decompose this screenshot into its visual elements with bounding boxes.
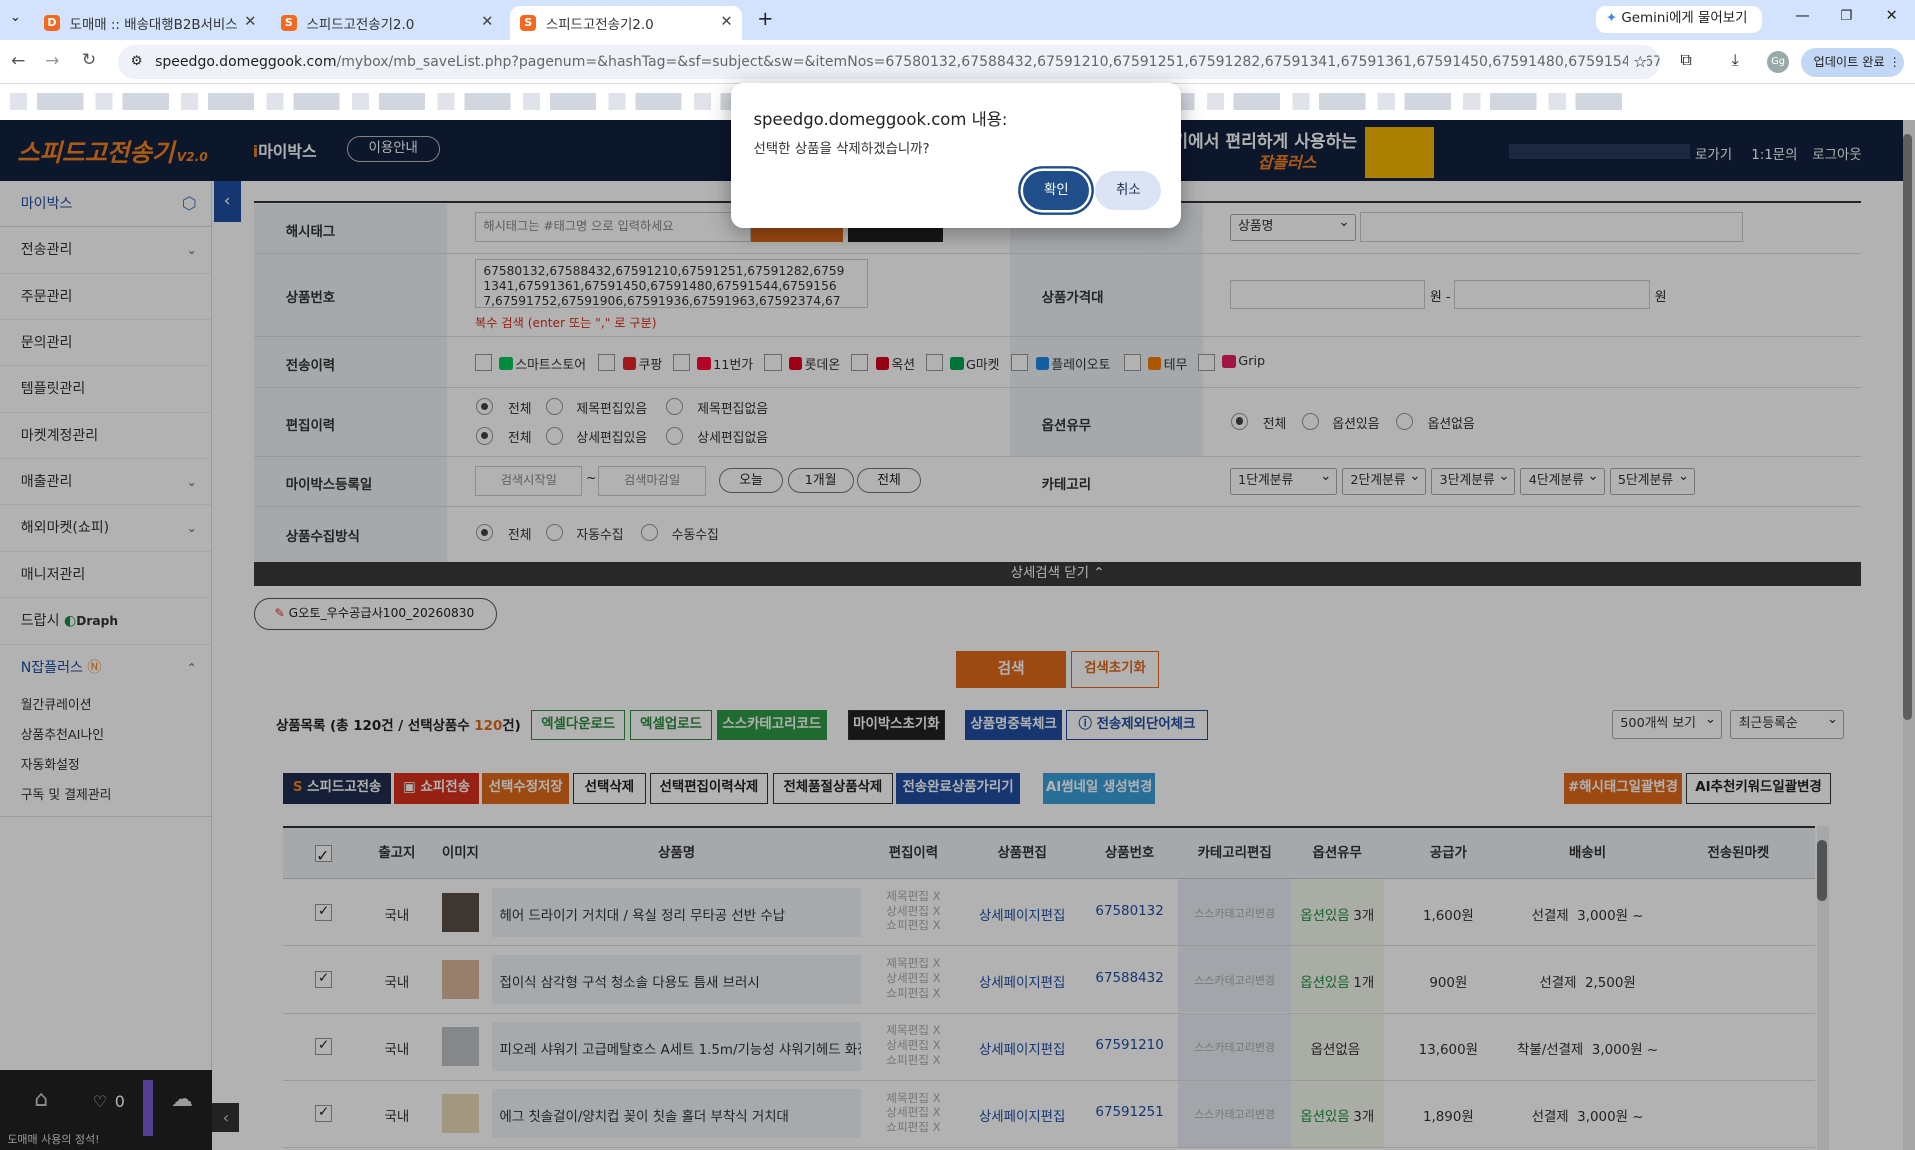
tab-speedgo-1[interactable]: S 스피드고전송기2.0 ✕: [271, 6, 503, 40]
bookmark-star-icon[interactable]: ☆: [1628, 45, 1648, 80]
update-button[interactable]: 업데이트 완료 ⋮: [1801, 47, 1904, 77]
download-icon[interactable]: ⤓: [1732, 50, 1739, 70]
modal-overlay: [0, 119, 1915, 1150]
confirm-cancel-button[interactable]: 취소: [1095, 170, 1162, 211]
dialog-title: speedgo.domeggook.com 내용:: [753, 110, 1008, 130]
url-path: /mybox/mb_saveList.php?pagenum=&hashTag=…: [336, 54, 1660, 71]
confirm-dialog: speedgo.domeggook.com 내용: 선택한 상품을 삭제하겠습니…: [731, 83, 1181, 229]
gemini-label: Gemini에게 물어보기: [1621, 11, 1748, 27]
close-window-icon[interactable]: ✕: [1886, 7, 1898, 24]
dialog-message: 선택한 상품을 삭제하겠습니까?: [753, 141, 930, 157]
profile-avatar[interactable]: Gg: [1767, 51, 1790, 74]
minimize-icon[interactable]: —: [1795, 7, 1810, 24]
browser-tab-bar: ⌄ D 도매매 :: 배송대행B2B서비스 ✕ S 스피드고전송기2.0 ✕ S…: [0, 0, 1915, 41]
reload-icon[interactable]: ↻: [82, 50, 96, 70]
tab-speedgo-2[interactable]: S 스피드고전송기2.0 ✕: [510, 6, 743, 41]
back-icon[interactable]: ←: [11, 51, 25, 71]
url-host: speedgo.domeggook.com: [155, 54, 337, 71]
browser-toolbar: ← → ↻ ⚙ speedgo.domeggook.com/mybox/mb_s…: [0, 40, 1915, 85]
speedgo-favicon: S: [520, 15, 537, 32]
tab-title: 스피드고전송기2.0: [545, 18, 654, 34]
speedgo-favicon: S: [280, 15, 297, 32]
tab-title: 도매매 :: 배송대행B2B서비스: [69, 18, 238, 34]
new-tab-icon[interactable]: +: [757, 7, 773, 30]
close-tab-icon[interactable]: ✕: [244, 13, 256, 30]
close-tab-icon[interactable]: ✕: [481, 13, 493, 30]
forward-icon[interactable]: →: [45, 51, 59, 71]
confirm-ok-button[interactable]: 확인: [1023, 170, 1090, 211]
tab-domeme[interactable]: D 도매매 :: 배송대행B2B서비스 ✕: [34, 6, 266, 40]
tab-title: 스피드고전송기2.0: [306, 18, 415, 34]
gemini-icon: ✦: [1605, 11, 1618, 27]
gemini-button[interactable]: ✦ Gemini에게 물어보기: [1596, 6, 1763, 33]
update-label: 업데이트 완료: [1813, 54, 1885, 69]
address-bar[interactable]: ⚙ speedgo.domeggook.com/mybox/mb_saveLis…: [118, 45, 1660, 80]
site-info-icon[interactable]: ⚙: [131, 45, 143, 79]
close-tab-icon[interactable]: ✕: [720, 13, 732, 30]
restore-icon[interactable]: ❐: [1840, 9, 1852, 24]
tab-list-icon[interactable]: ⌄: [10, 10, 21, 25]
domeme-favicon: D: [43, 15, 60, 32]
extensions-icon[interactable]: ⧉: [1680, 50, 1691, 70]
